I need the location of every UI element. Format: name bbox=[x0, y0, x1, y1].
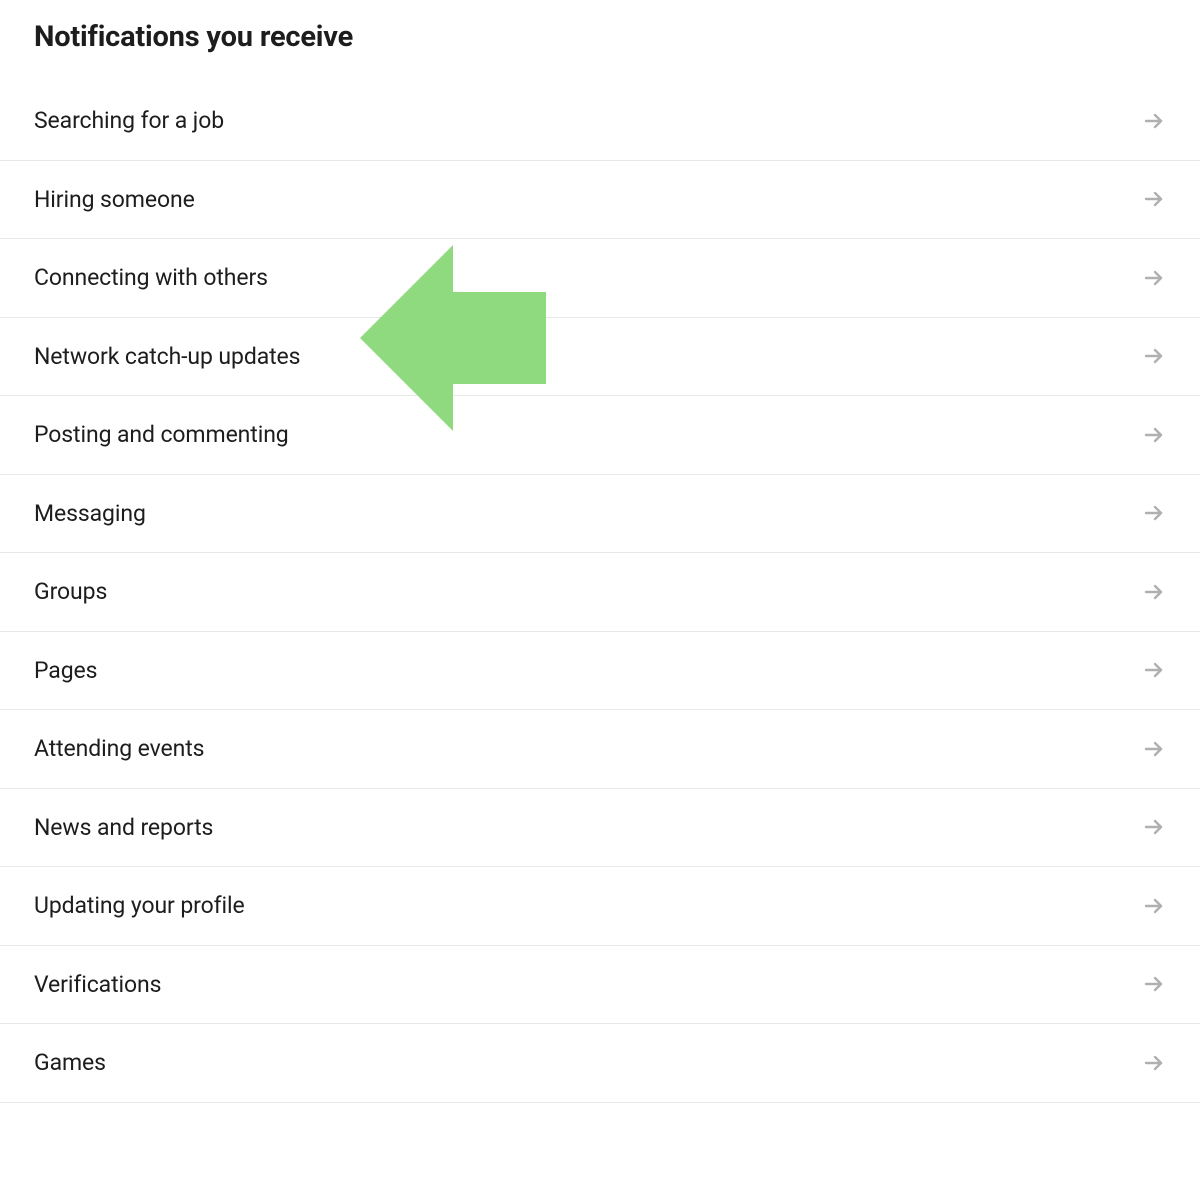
list-item-label: Pages bbox=[34, 657, 97, 684]
list-item-label: Attending events bbox=[34, 735, 204, 762]
list-item-label: Posting and commenting bbox=[34, 421, 289, 448]
notifications-list: Searching for a job Hiring someone Connect… bbox=[0, 82, 1200, 1103]
list-item-games[interactable]: Games bbox=[0, 1024, 1200, 1103]
list-item-label: Messaging bbox=[34, 500, 146, 527]
list-item-posting-and-commenting[interactable]: Posting and commenting bbox=[0, 396, 1200, 475]
list-item-pages[interactable]: Pages bbox=[0, 632, 1200, 711]
page-title: Notifications you receive bbox=[0, 20, 1200, 82]
list-item-label: Network catch-up updates bbox=[34, 343, 300, 370]
list-item-label: Games bbox=[34, 1049, 106, 1076]
list-item-connecting-with-others[interactable]: Connecting with others bbox=[0, 239, 1200, 318]
list-item-label: Updating your profile bbox=[34, 892, 245, 919]
arrow-right-icon bbox=[1142, 187, 1166, 211]
arrow-right-icon bbox=[1142, 1051, 1166, 1075]
arrow-right-icon bbox=[1142, 894, 1166, 918]
settings-container: Notifications you receive Searching for … bbox=[0, 0, 1200, 1103]
list-item-attending-events[interactable]: Attending events bbox=[0, 710, 1200, 789]
arrow-right-icon bbox=[1142, 580, 1166, 604]
list-item-label: News and reports bbox=[34, 814, 213, 841]
arrow-right-icon bbox=[1142, 737, 1166, 761]
arrow-right-icon bbox=[1142, 815, 1166, 839]
arrow-right-icon bbox=[1142, 972, 1166, 996]
list-item-verifications[interactable]: Verifications bbox=[0, 946, 1200, 1025]
list-item-label: Groups bbox=[34, 578, 107, 605]
list-item-label: Connecting with others bbox=[34, 264, 268, 291]
arrow-right-icon bbox=[1142, 109, 1166, 133]
arrow-right-icon bbox=[1142, 423, 1166, 447]
list-item-label: Verifications bbox=[34, 971, 161, 998]
arrow-right-icon bbox=[1142, 501, 1166, 525]
list-item-searching-for-a-job[interactable]: Searching for a job bbox=[0, 82, 1200, 161]
list-item-label: Searching for a job bbox=[34, 107, 224, 134]
list-item-groups[interactable]: Groups bbox=[0, 553, 1200, 632]
list-item-network-catch-up-updates[interactable]: Network catch-up updates bbox=[0, 318, 1200, 397]
list-item-news-and-reports[interactable]: News and reports bbox=[0, 789, 1200, 868]
list-item-label: Hiring someone bbox=[34, 186, 195, 213]
list-item-messaging[interactable]: Messaging bbox=[0, 475, 1200, 554]
arrow-right-icon bbox=[1142, 266, 1166, 290]
arrow-right-icon bbox=[1142, 344, 1166, 368]
list-item-updating-your-profile[interactable]: Updating your profile bbox=[0, 867, 1200, 946]
list-item-hiring-someone[interactable]: Hiring someone bbox=[0, 161, 1200, 240]
arrow-right-icon bbox=[1142, 658, 1166, 682]
